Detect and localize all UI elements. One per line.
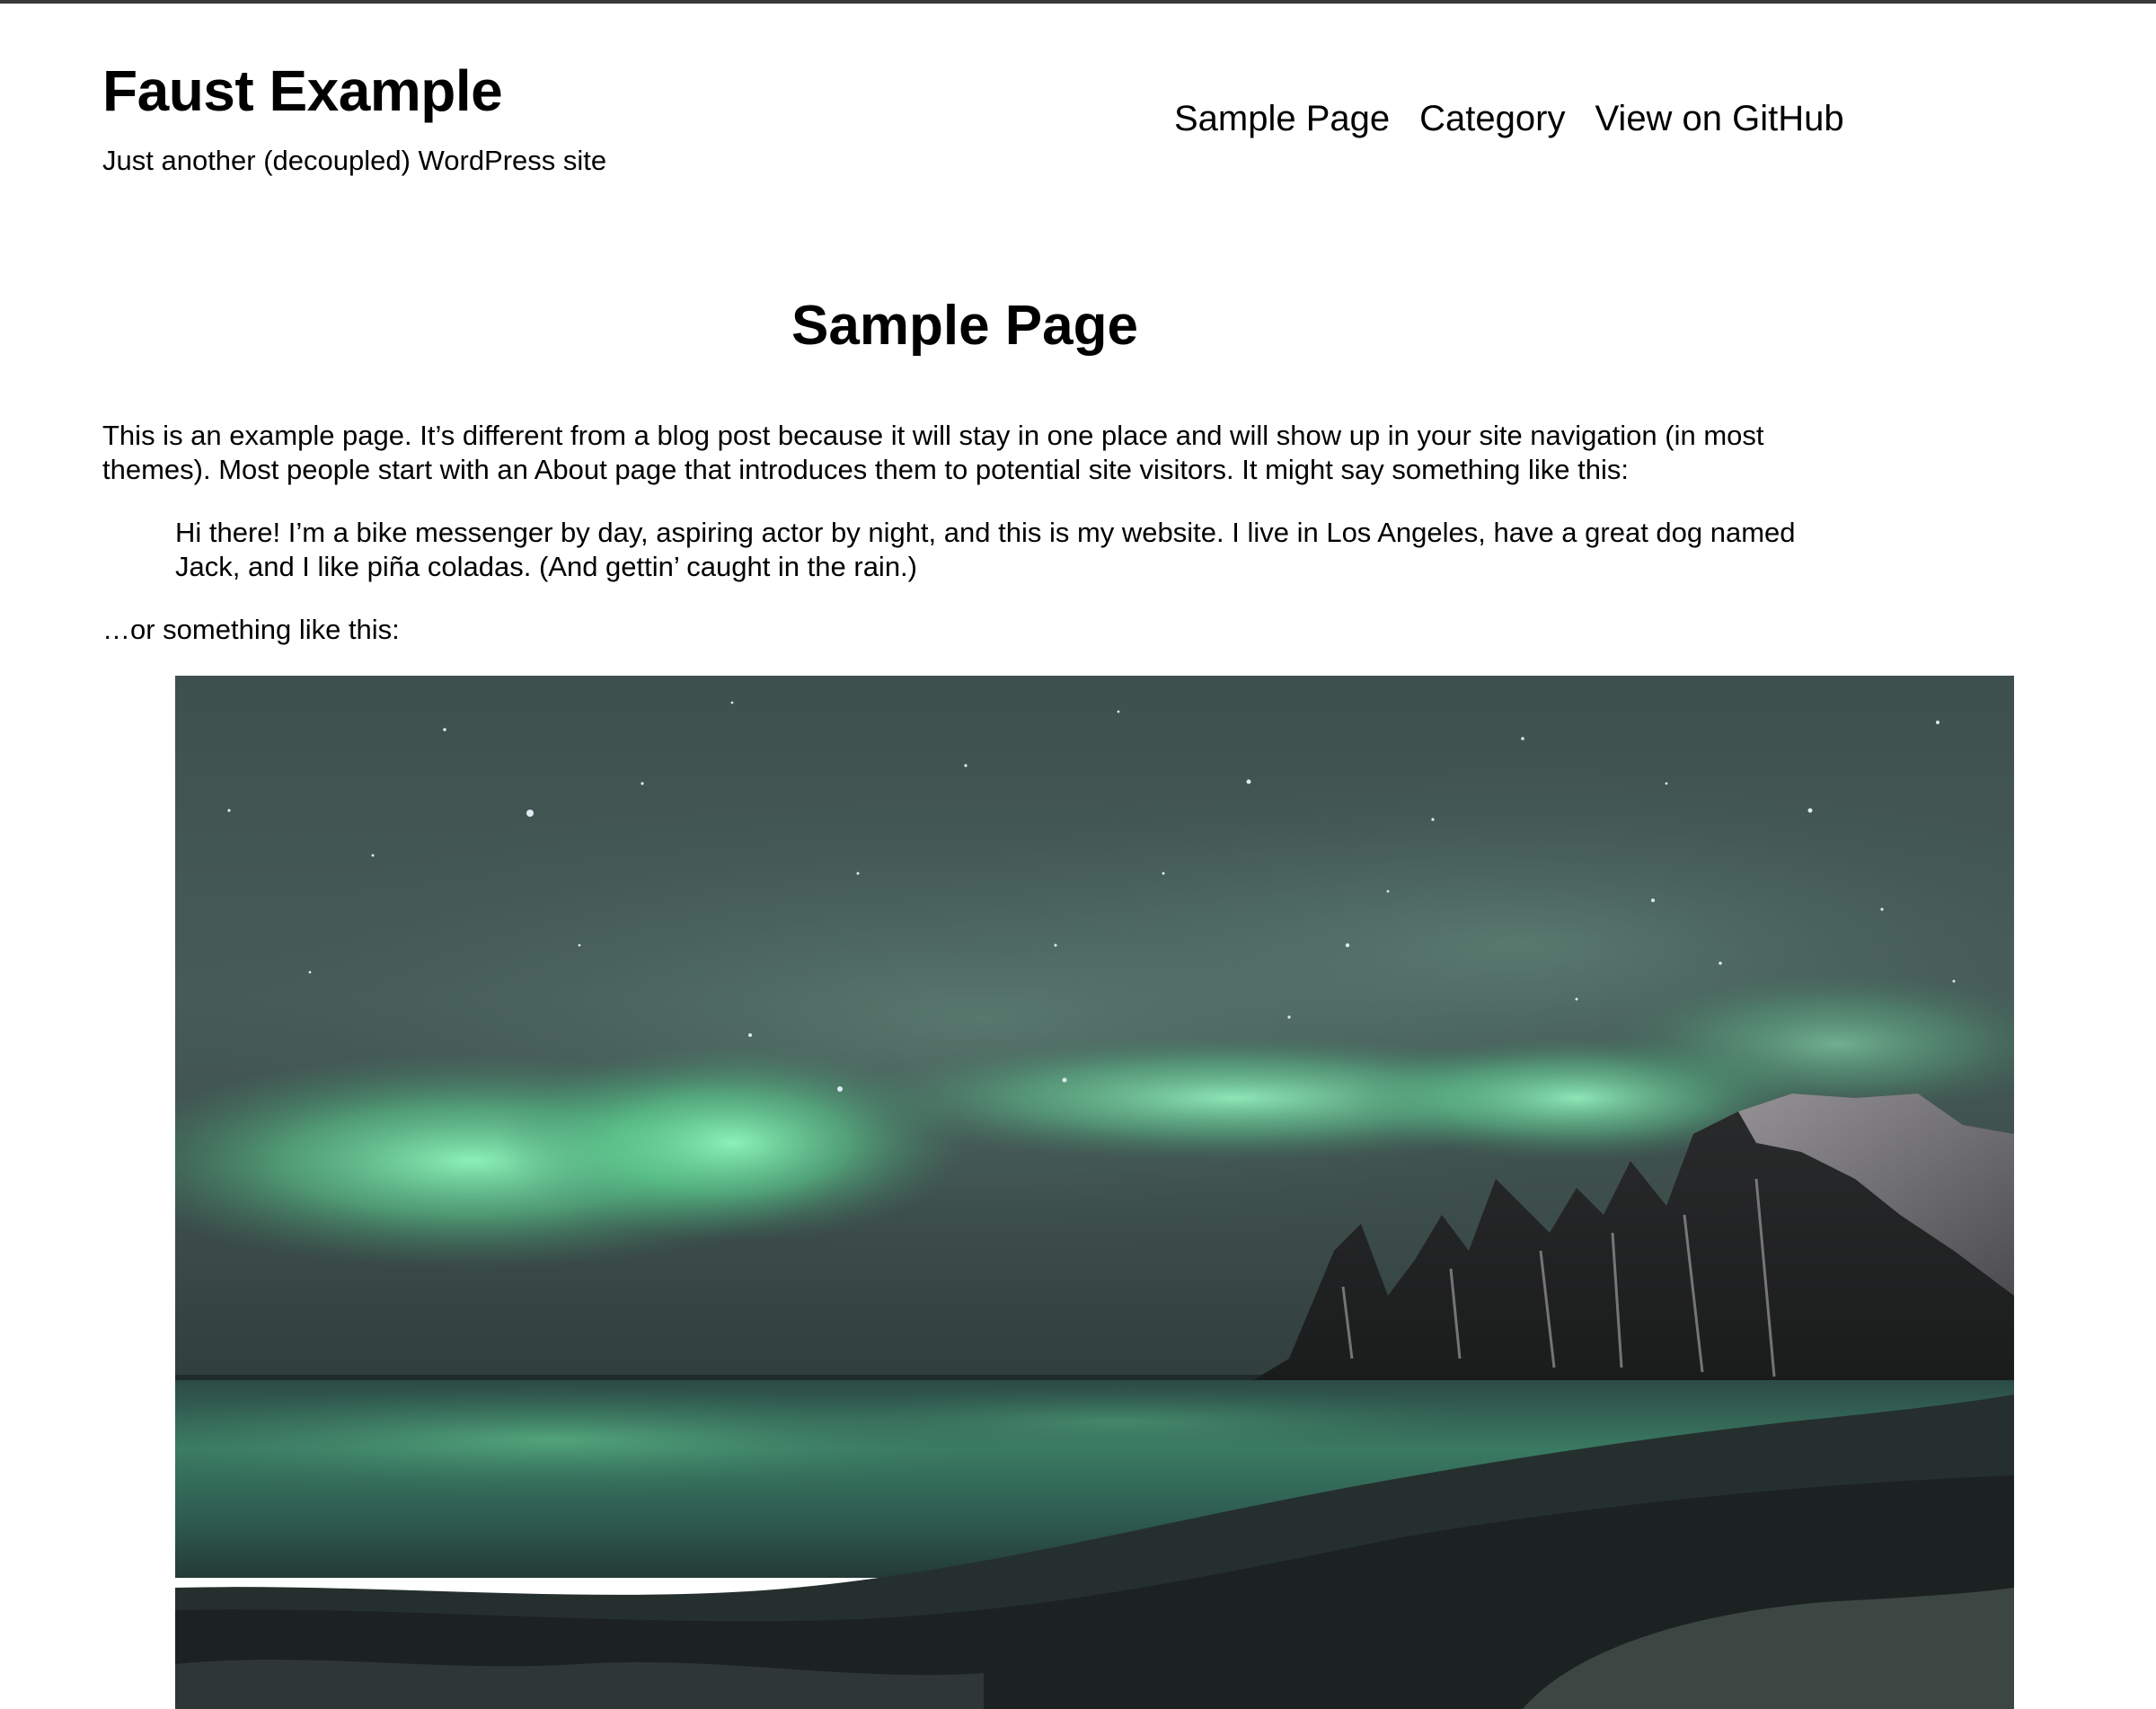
nav-link-sample-page[interactable]: Sample Page xyxy=(1174,97,1390,140)
page-title: Sample Page xyxy=(791,295,1138,357)
intro-paragraph: This is an example page. It’s different … xyxy=(102,420,1764,485)
main-navigation: Sample Page Category View on GitHub xyxy=(1174,97,1844,140)
page: Faust Example Just another (decoupled) W… xyxy=(0,0,2156,1709)
outro-paragraph: …or something like this: xyxy=(102,614,400,645)
top-border xyxy=(0,0,2156,4)
nav-link-github[interactable]: View on GitHub xyxy=(1595,97,1843,140)
aurora-landscape-image xyxy=(175,676,2014,1709)
blockquote: Hi there! I’m a bike messenger by day, a… xyxy=(175,517,1796,582)
nav-link-category[interactable]: Category xyxy=(1419,97,1565,140)
aurora-image xyxy=(175,676,2014,1709)
site-title[interactable]: Faust Example xyxy=(102,59,503,123)
site-description: Just another (decoupled) WordPress site xyxy=(102,145,607,176)
page-content: This is an example page. It’s different … xyxy=(102,419,1908,647)
